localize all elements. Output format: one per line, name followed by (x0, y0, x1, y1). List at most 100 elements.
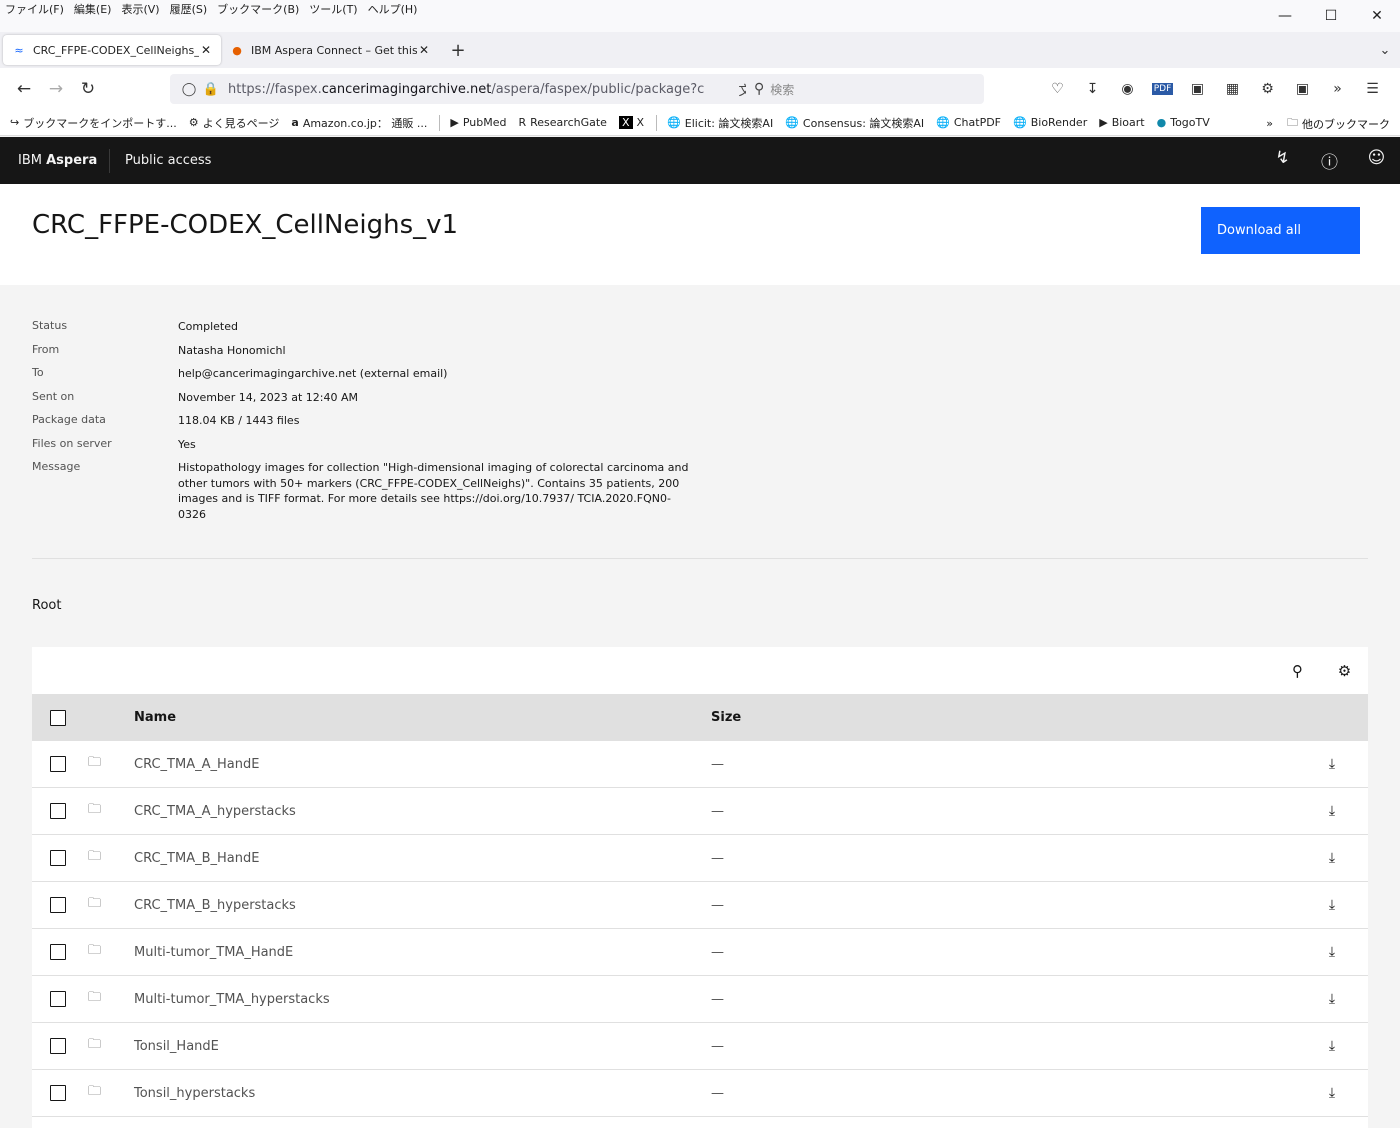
column-header-name[interactable]: Name (134, 710, 176, 725)
grid-icon[interactable]: ▦ (1215, 81, 1250, 97)
column-header-size[interactable]: Size (711, 710, 741, 725)
table-row[interactable]: 🗀 CRC_TMA_B_hyperstacks — ⤓ (32, 882, 1368, 929)
public-access-label[interactable]: Public access (110, 153, 211, 168)
select-all-checkbox[interactable] (50, 709, 66, 726)
folder-name-link[interactable]: Multi-tumor_TMA_hyperstacks (134, 992, 330, 1007)
chevron-overflow-icon[interactable]: » (1266, 117, 1273, 130)
download-icon[interactable]: ⤓ (1322, 991, 1342, 1007)
menu-tools[interactable]: ツール(T) (304, 2, 362, 18)
other-bookmarks[interactable]: 他のブックマーク (1302, 116, 1390, 132)
bookmark-researchgate[interactable]: R ResearchGate (518, 116, 606, 129)
close-tab-icon[interactable]: ✕ (199, 43, 213, 57)
menu-history[interactable]: 履歴(S) (165, 2, 213, 18)
nav-bar: ← → ↻ ◯ 🔒 https://faspex.cancerimagingar… (0, 68, 1400, 110)
menu-bookmarks[interactable]: ブックマーク(B) (212, 2, 304, 18)
extensions-icon[interactable]: ⚙ (1250, 81, 1285, 97)
table-row[interactable]: 🗀 CRC_TMA_B_HandE — ⤓ (32, 835, 1368, 882)
tab-aspera-connect[interactable]: ● IBM Aspera Connect – Get this E ✕ (221, 35, 439, 65)
table-row[interactable]: 🗀 CRC_TMA_A_hyperstacks — ⤓ (32, 788, 1368, 835)
row-checkbox[interactable] (50, 803, 66, 819)
detail-value: Histopathology images for collection "Hi… (178, 461, 689, 521)
tab-aspera-package[interactable]: ≈ CRC_FFPE-CODEX_CellNeighs_v1 ✕ (3, 35, 221, 65)
folder-name-link[interactable]: CRC_TMA_A_HandE (134, 757, 259, 772)
row-checkbox[interactable] (50, 944, 66, 960)
translate-ext-icon[interactable]: ▣ (1285, 81, 1320, 97)
downloads-icon[interactable]: ↧ (1075, 81, 1110, 97)
screenshot-icon[interactable]: ▣ (1180, 81, 1215, 97)
bookmark-chatpdf[interactable]: 🌐 ChatPDF (936, 116, 1001, 129)
table-row[interactable]: 🗀 Tonsil_HandE — ⤓ (32, 1023, 1368, 1070)
bookmark-import[interactable]: ↪ ブックマークをインポートす... (10, 115, 177, 131)
reload-icon[interactable]: ↻ (72, 73, 104, 105)
folder-name-link[interactable]: CRC_TMA_B_hyperstacks (134, 898, 296, 913)
menu-file[interactable]: ファイル(F) (0, 2, 69, 18)
table-row[interactable]: 🗀 CRC_TMA_A_HandE — ⤓ (32, 741, 1368, 788)
search-icon[interactable]: ⚲ (1274, 662, 1321, 680)
folder-icon: 🗀 (88, 1084, 102, 1099)
download-icon[interactable]: ⤓ (1322, 756, 1342, 772)
row-checkbox[interactable] (50, 756, 66, 772)
folder-name-link[interactable]: CRC_TMA_B_HandE (134, 851, 259, 866)
search-icon: ⚲ (754, 81, 765, 97)
lock-icon[interactable]: 🔒 (200, 82, 222, 97)
list-tabs-chevron-icon[interactable]: ⌄ (1370, 43, 1400, 58)
bookmark-bioart[interactable]: ▶ Bioart (1099, 116, 1144, 129)
row-checkbox[interactable] (50, 850, 66, 866)
table-row[interactable]: 🗀 Multi-tumor_TMA_hyperstacks — ⤓ (32, 976, 1368, 1023)
folder-size: — (711, 1085, 724, 1101)
pdf-icon[interactable]: PDF (1145, 83, 1180, 95)
breadcrumb-root[interactable]: Root (32, 598, 61, 613)
url-bar[interactable]: ◯ 🔒 https://faspex.cancerimagingarchive.… (170, 74, 800, 104)
download-all-button[interactable]: Download all (1201, 207, 1360, 254)
download-icon[interactable]: ⤓ (1322, 1085, 1342, 1101)
overflow-icon[interactable]: » (1320, 81, 1355, 97)
download-icon[interactable]: ⤓ (1322, 1038, 1342, 1054)
bookmark-togotv[interactable]: ● TogoTV (1157, 116, 1210, 129)
menu-view[interactable]: 表示(V) (116, 2, 164, 18)
extension-b-icon[interactable]: ◉ (1110, 81, 1145, 97)
minimize-icon[interactable]: — (1262, 2, 1308, 30)
download-icon[interactable]: ⤓ (1322, 803, 1342, 819)
row-checkbox[interactable] (50, 897, 66, 913)
brand-logo[interactable]: IBM Aspera (0, 148, 110, 173)
shield-icon[interactable]: ◯ (178, 82, 200, 97)
download-icon[interactable]: ⤓ (1322, 944, 1342, 960)
user-avatar-icon[interactable]: ☺ (1353, 148, 1400, 173)
table-row[interactable]: 🗀 Tonsil_hyperstacks — ⤓ (32, 1070, 1368, 1117)
close-window-icon[interactable]: ✕ (1354, 2, 1400, 30)
row-checkbox[interactable] (50, 1085, 66, 1101)
bookmark-biorender[interactable]: 🌐 BioRender (1013, 116, 1087, 129)
close-tab-icon[interactable]: ✕ (417, 43, 431, 57)
settings-gear-icon[interactable]: ⚙ (1321, 662, 1368, 680)
bookmark-x[interactable]: XX (618, 116, 644, 129)
bookmark-elicit[interactable]: 🌐 Elicit: 論文検索AI (667, 115, 773, 131)
hamburger-menu-icon[interactable]: ☰ (1355, 81, 1390, 97)
menu-edit[interactable]: 編集(E) (69, 2, 117, 18)
folder-name-link[interactable]: Tonsil_hyperstacks (134, 1086, 255, 1101)
search-bar[interactable]: ⚲ 検索 (746, 74, 984, 104)
new-tab-button[interactable]: + (443, 35, 473, 65)
download-icon[interactable]: ⤓ (1322, 897, 1342, 913)
folder-name-link[interactable]: CRC_TMA_A_hyperstacks (134, 804, 296, 819)
url-text[interactable]: https://faspex.cancerimagingarchive.net/… (228, 82, 734, 97)
row-checkbox[interactable] (50, 991, 66, 1007)
maximize-icon[interactable]: ☐ (1308, 2, 1354, 30)
detail-package-data: Package data 118.04 KB / 1443 files (32, 412, 732, 436)
back-icon[interactable]: ← (8, 73, 40, 105)
download-icon[interactable]: ⤓ (1322, 850, 1342, 866)
bookmark-amazon[interactable]: a Amazon.co.jp： 通販 ... (291, 115, 427, 131)
table-row[interactable]: 🗀 Multi-tumor_TMA_HandE — ⤓ (32, 929, 1368, 976)
globe-icon: 🌐 (785, 116, 799, 129)
activity-icon[interactable]: ↯ (1259, 148, 1306, 173)
bookmark-consensus[interactable]: 🌐 Consensus: 論文検索AI (785, 115, 924, 131)
bookmark-pubmed[interactable]: ▶ PubMed (450, 116, 506, 129)
pocket-icon[interactable]: ♡ (1040, 81, 1075, 97)
folder-name-link[interactable]: Multi-tumor_TMA_HandE (134, 945, 293, 960)
bookmark-most-visited[interactable]: ⚙ よく見るページ (189, 115, 280, 131)
folder-name-link[interactable]: Tonsil_HandE (134, 1039, 219, 1054)
row-checkbox[interactable] (50, 1038, 66, 1054)
menu-help[interactable]: ヘルプ(H) (363, 2, 423, 18)
aspera-icon: ≈ (14, 43, 24, 57)
help-icon[interactable]: ⓘ (1306, 148, 1353, 173)
forward-icon[interactable]: → (40, 73, 72, 105)
